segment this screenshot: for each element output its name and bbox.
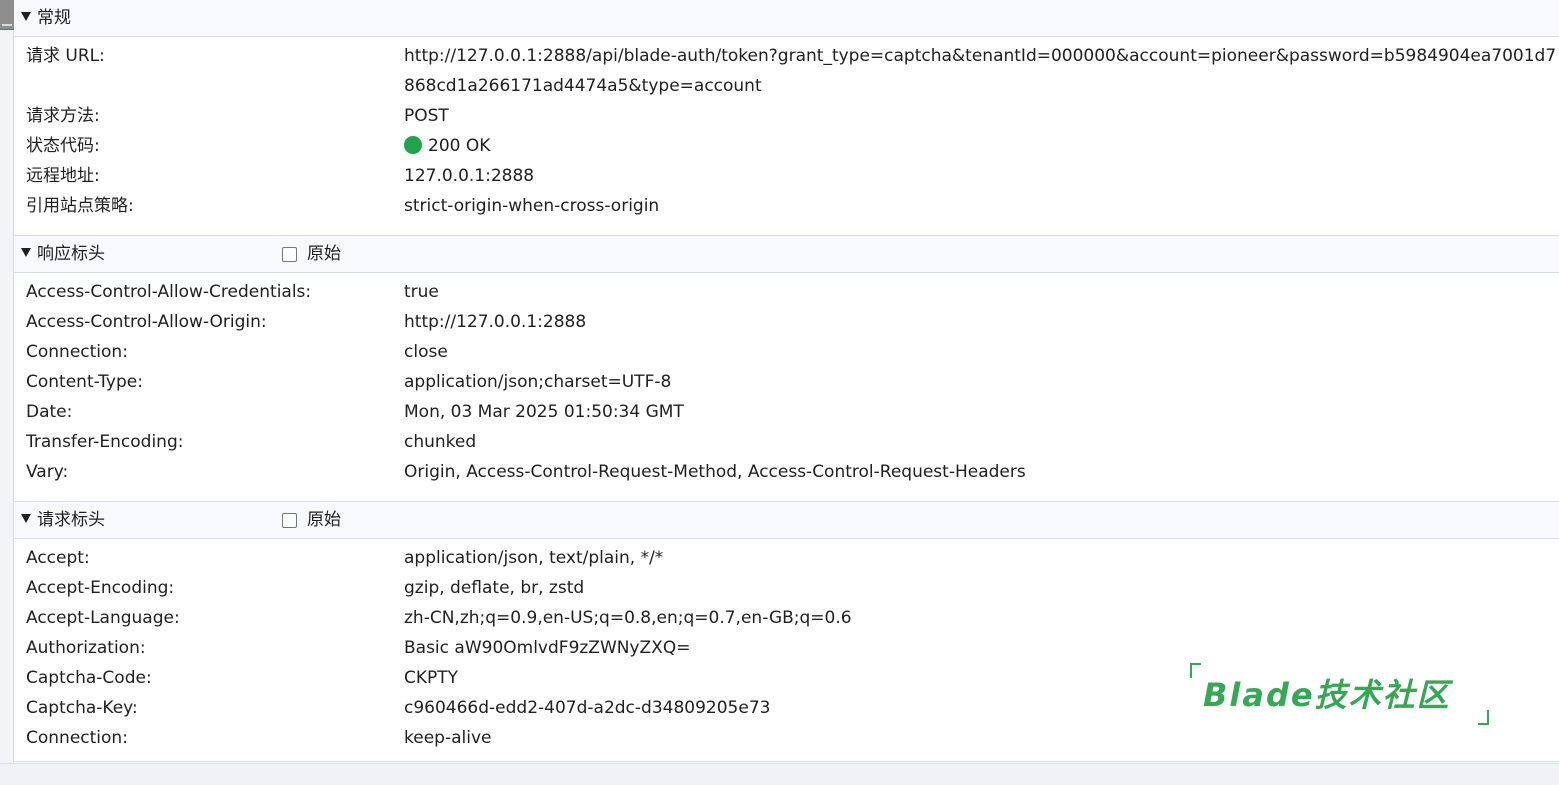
header-name: Access-Control-Allow-Credentials:: [26, 282, 312, 302]
header-value: zh-CN,zh;q=0.9,en-US;q=0.8,en;q=0.7,en-G…: [404, 608, 852, 628]
header-name: Access-Control-Allow-Origin:: [26, 312, 267, 332]
status-ok-icon: [404, 136, 422, 154]
section-title: 响应标头: [37, 244, 105, 264]
raw-toggle-response[interactable]: 原始: [282, 236, 341, 273]
collapse-triangle-icon[interactable]: [21, 514, 31, 523]
header-value: gzip, deflate, br, zstd: [404, 578, 585, 598]
header-name: Accept-Language:: [26, 608, 180, 628]
header-value: chunked: [404, 432, 477, 452]
header-value: Mon, 03 Mar 2025 01:50:34 GMT: [404, 402, 684, 422]
header-value: 127.0.0.1:2888: [404, 166, 535, 186]
header-name: 引用站点策略:: [26, 196, 134, 216]
header-row: Captcha-Key: c960466d-edd2-407d-a2dc-d34…: [14, 693, 1559, 723]
header-row: 请求方法: POST: [14, 101, 1559, 131]
raw-label: 原始: [307, 510, 341, 530]
header-row: 远程地址: 127.0.0.1:2888: [14, 161, 1559, 191]
response-rows: Access-Control-Allow-Credentials: true A…: [14, 273, 1559, 502]
header-name: Captcha-Code:: [26, 668, 152, 688]
raw-checkbox[interactable]: [282, 513, 297, 528]
header-name: Captcha-Key:: [26, 698, 138, 718]
section-header-request[interactable]: 请求标头 原始: [14, 502, 1559, 539]
header-name: 请求 URL:: [26, 46, 105, 66]
header-value: c960466d-edd2-407d-a2dc-d34809205e73: [404, 698, 771, 718]
header-value: 200 OK: [404, 131, 1559, 161]
header-row: Accept: application/json, text/plain, */…: [14, 543, 1559, 573]
header-name: Connection:: [26, 728, 128, 748]
header-value: http://127.0.0.1:2888/api/blade-auth/tok…: [404, 46, 1557, 96]
panel-scroll-handle[interactable]: [0, 0, 14, 30]
request-list-gutter: [0, 0, 14, 763]
header-name: Transfer-Encoding:: [26, 432, 184, 452]
header-value: true: [404, 282, 439, 302]
header-value: CKPTY: [404, 668, 459, 688]
header-row: Connection: close: [14, 337, 1559, 367]
header-row: Authorization: Basic aW90OmlvdF9zZWNyZXQ…: [14, 633, 1559, 663]
header-name: Authorization:: [26, 638, 146, 658]
headers-content: 常规 请求 URL: http://127.0.0.1:2888/api/bla…: [14, 0, 1559, 763]
header-name: Date:: [26, 402, 73, 422]
header-row: Captcha-Code: CKPTY: [14, 663, 1559, 693]
header-name: Connection:: [26, 342, 128, 362]
header-row: Connection: keep-alive: [14, 723, 1559, 753]
header-row: 引用站点策略: strict-origin-when-cross-origin: [14, 191, 1559, 221]
status-text: 200 OK: [428, 136, 491, 156]
section-title: 常规: [37, 8, 71, 28]
request-rows: Accept: application/json, text/plain, */…: [14, 539, 1559, 762]
header-value: close: [404, 342, 448, 362]
header-row: Accept-Language: zh-CN,zh;q=0.9,en-US;q=…: [14, 603, 1559, 633]
panel-bottom-bar: [0, 763, 1559, 785]
header-value: strict-origin-when-cross-origin: [404, 196, 660, 216]
header-row: 状态代码: 200 OK: [14, 131, 1559, 161]
header-row: Content-Type: application/json;charset=U…: [14, 367, 1559, 397]
header-name: Vary:: [26, 462, 69, 482]
header-row: Access-Control-Allow-Credentials: true: [14, 277, 1559, 307]
header-name: Accept-Encoding:: [26, 578, 175, 598]
header-name: 远程地址:: [26, 166, 100, 186]
header-row: Vary: Origin, Access-Control-Request-Met…: [14, 457, 1559, 487]
header-value: http://127.0.0.1:2888: [404, 312, 587, 332]
header-row: Date: Mon, 03 Mar 2025 01:50:34 GMT: [14, 397, 1559, 427]
header-row: 请求 URL: http://127.0.0.1:2888/api/blade-…: [14, 41, 1559, 101]
general-rows: 请求 URL: http://127.0.0.1:2888/api/blade-…: [14, 37, 1559, 236]
header-name: Content-Type:: [26, 372, 143, 392]
header-value: application/json;charset=UTF-8: [404, 372, 672, 392]
raw-toggle-request[interactable]: 原始: [282, 502, 341, 539]
header-row: Accept-Encoding: gzip, deflate, br, zstd: [14, 573, 1559, 603]
header-value: Origin, Access-Control-Request-Method, A…: [404, 462, 1026, 482]
header-name: Accept:: [26, 548, 90, 568]
section-title: 请求标头: [37, 510, 105, 530]
header-value: Basic aW90OmlvdF9zZWNyZXQ=: [404, 638, 691, 658]
collapse-triangle-icon[interactable]: [21, 12, 31, 21]
raw-checkbox[interactable]: [282, 247, 297, 262]
section-header-response[interactable]: 响应标头 原始: [14, 236, 1559, 273]
header-row: Transfer-Encoding: chunked: [14, 427, 1559, 457]
collapse-triangle-icon[interactable]: [21, 248, 31, 257]
section-header-general[interactable]: 常规: [14, 0, 1559, 37]
raw-label: 原始: [307, 244, 341, 264]
devtools-headers-panel: 常规 请求 URL: http://127.0.0.1:2888/api/bla…: [0, 0, 1559, 785]
header-row: Access-Control-Allow-Origin: http://127.…: [14, 307, 1559, 337]
header-value: application/json, text/plain, */*: [404, 548, 664, 568]
header-name: 请求方法:: [26, 106, 100, 126]
header-value: POST: [404, 106, 449, 126]
header-name: 状态代码:: [26, 136, 100, 156]
header-value: keep-alive: [404, 728, 492, 748]
